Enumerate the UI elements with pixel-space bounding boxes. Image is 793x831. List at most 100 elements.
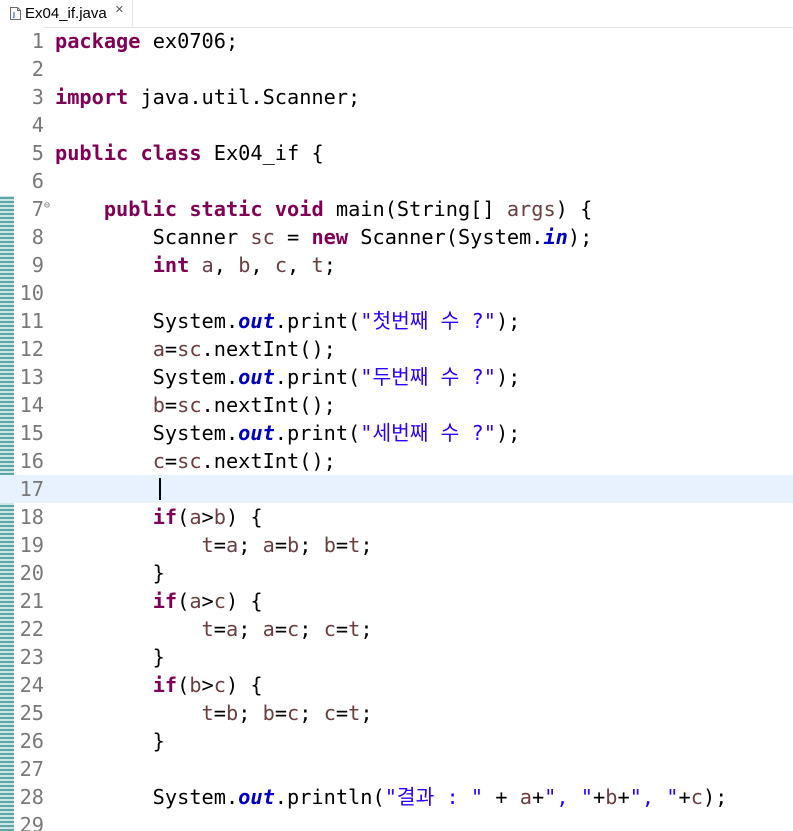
code-text: } — [55, 727, 165, 755]
code-token: = — [335, 701, 349, 725]
code-line[interactable]: 26 } — [0, 727, 793, 755]
code-line[interactable]: 13 System.out.print("두번째 수 ?"); — [0, 363, 793, 391]
code-token: void — [274, 197, 324, 221]
code-token: out — [238, 421, 275, 445]
code-line[interactable]: 20 } — [0, 559, 793, 587]
code-token: c — [323, 701, 336, 725]
code-text: public static void main(String[] args) { — [55, 195, 592, 223]
code-line[interactable]: 14 b=sc.nextInt(); — [0, 391, 793, 419]
code-token: static — [189, 197, 263, 221]
code-token: c — [274, 253, 288, 277]
line-number: 19 — [19, 533, 44, 557]
code-line[interactable]: 3 import java.util.Scanner; — [0, 83, 793, 111]
code-token: ; — [360, 701, 373, 725]
code-line[interactable]: 15 System.out.print("세번째 수 ?"); — [0, 419, 793, 447]
code-line[interactable]: 17 — [0, 475, 793, 503]
code-token: .print( — [274, 421, 361, 445]
code-line[interactable]: 9 int a, b, c, t; — [0, 251, 793, 279]
code-token: ; — [238, 617, 263, 641]
code-token: a — [225, 617, 239, 641]
code-token: if — [152, 505, 178, 529]
code-text: c=sc.nextInt(); — [55, 447, 336, 475]
code-line[interactable]: 5 public class Ex04_if { — [0, 139, 793, 167]
code-token: } — [55, 645, 165, 669]
code-token: args — [506, 197, 556, 221]
line-number: 15 — [19, 421, 44, 445]
code-line[interactable]: 19 t=a; a=b; b=t; — [0, 531, 793, 559]
code-token: "세번째 수 ?" — [360, 421, 496, 445]
code-line[interactable]: 29 — [0, 811, 793, 831]
code-line[interactable]: 6 — [0, 167, 793, 195]
code-line[interactable]: 24 if(b>c) { — [0, 671, 793, 699]
text-caret — [159, 478, 161, 500]
fold-collapse-icon[interactable]: ⊖ — [44, 201, 50, 211]
line-number: 22 — [19, 617, 44, 641]
code-text: System.out.print("두번째 수 ?"); — [55, 363, 521, 391]
code-token: > — [201, 505, 214, 529]
code-line[interactable]: 22 t=a; a=c; c=t; — [0, 615, 793, 643]
code-token: int — [152, 253, 190, 277]
code-token: a — [262, 617, 275, 641]
code-token: = — [213, 701, 226, 725]
editor-tab[interactable]: Ex04_if.java ✕ — [0, 0, 133, 26]
editor-tab-title: Ex04_if.java — [25, 4, 107, 22]
code-line[interactable]: 11 System.out.print("첫번째 수 ?"); — [0, 307, 793, 335]
code-line[interactable]: 25 t=b; b=c; c=t; — [0, 699, 793, 727]
code-line[interactable]: 27 — [0, 755, 793, 783]
code-token: t — [311, 253, 324, 277]
code-token: > — [201, 589, 214, 613]
code-token: b — [262, 701, 275, 725]
code-token: } — [55, 561, 165, 585]
code-token: .nextInt(); — [201, 449, 336, 473]
code-token: , — [250, 253, 275, 277]
line-number: 25 — [19, 701, 44, 725]
code-token: c — [287, 701, 300, 725]
code-token: .nextInt(); — [201, 337, 336, 361]
code-token: System. — [55, 785, 239, 809]
code-token: b — [152, 393, 165, 417]
code-text: if(a>b) { — [55, 503, 263, 531]
code-token: public — [103, 197, 178, 221]
line-number: 26 — [19, 729, 44, 753]
code-line[interactable]: 21 if(a>c) { — [0, 587, 793, 615]
code-token: ; — [299, 701, 324, 725]
code-token: java.util.Scanner; — [128, 85, 361, 109]
code-line[interactable]: 12 a=sc.nextInt(); — [0, 335, 793, 363]
code-token: c — [287, 617, 300, 641]
code-token: c — [152, 449, 165, 473]
code-token: + — [617, 785, 630, 809]
code-line[interactable]: 28 System.out.println("결과 : " + a+", "+b… — [0, 783, 793, 811]
code-line[interactable]: 2 — [0, 55, 793, 83]
line-number: 23 — [19, 645, 44, 669]
line-number: 14 — [19, 393, 44, 417]
code-line[interactable]: 16 c=sc.nextInt(); — [0, 447, 793, 475]
close-icon[interactable]: ✕ — [115, 3, 124, 16]
code-token: + — [678, 785, 691, 809]
code-line[interactable]: 10 — [0, 279, 793, 307]
code-line[interactable]: 18 if(a>b) { — [0, 503, 793, 531]
code-area[interactable]: 1 package ex0706; 2 3 import java.util.Scann… — [0, 27, 793, 831]
code-token: = — [213, 617, 226, 641]
code-token: , — [213, 253, 239, 277]
code-token: System. — [55, 421, 239, 445]
line-number: 24 — [19, 673, 44, 697]
code-token: ( — [177, 505, 190, 529]
code-text: package ex0706; — [55, 27, 238, 55]
code-text: Scanner sc = new Scanner(System.in); — [55, 223, 593, 251]
code-line[interactable]: 8 Scanner sc = new Scanner(System.in); — [0, 223, 793, 251]
code-token: b — [189, 673, 202, 697]
code-line[interactable]: 1 package ex0706; — [0, 27, 793, 55]
code-text: if(b>c) { — [55, 671, 263, 699]
code-token: = — [335, 617, 349, 641]
code-token: Scanner — [55, 225, 251, 249]
code-token: "결과 : " — [384, 785, 484, 809]
line-number: 10 — [19, 281, 44, 305]
code-line[interactable]: 7 ⊖ public static void main(String[] args… — [0, 195, 793, 223]
code-line[interactable]: 4 — [0, 111, 793, 139]
code-line[interactable]: 23 } — [0, 643, 793, 671]
